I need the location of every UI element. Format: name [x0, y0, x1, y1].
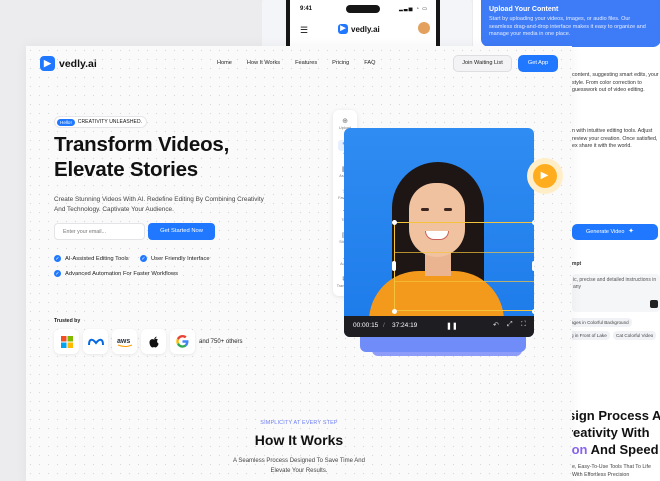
resize-handle[interactable] — [532, 220, 534, 225]
grid-line — [395, 252, 534, 253]
section-subtitle: A Seamless Process Designed To Save Time… — [233, 458, 365, 474]
hero-subtitle: Create Stunning Videos With AI. Redefine… — [54, 196, 264, 213]
prompt-chip[interactable]: ages in Colorful Background — [568, 318, 632, 327]
phone-logo-text: vedly.ai — [351, 24, 380, 34]
video-preview[interactable] — [344, 128, 534, 337]
logo-icon: ▶ — [40, 56, 55, 71]
right-panel-small-text: e, Easy-To-Use Tools That To Life With E… — [572, 464, 651, 478]
badge-text: CREATIVITY UNLEASHED. — [77, 119, 143, 125]
microsoft-logo — [54, 329, 79, 354]
send-icon[interactable] — [650, 300, 658, 308]
join-waiting-list-button[interactable]: Join Waiting List — [453, 55, 512, 72]
nav-link-how-it-works[interactable]: How It Works — [247, 60, 280, 66]
total-time: 37:24:19 — [392, 322, 418, 329]
get-started-button[interactable]: Get Started Now — [148, 223, 215, 240]
time-divider: / — [383, 322, 385, 329]
menu-icon[interactable]: ☰ — [300, 25, 308, 36]
feature-item: ✓ Advanced Automation For Faster Workflo… — [54, 270, 178, 277]
hero-title-line-1: Transform Videos, — [54, 133, 230, 156]
apple-logo — [141, 329, 166, 354]
feature-label: Advanced Automation For Faster Workflows — [65, 270, 178, 277]
play-icon: ▶ — [532, 163, 557, 188]
section-tag: SIMPLICITY AT EVERY STEP — [260, 420, 338, 426]
right-panel-heading-1: sign Process An — [568, 408, 660, 423]
phone-notch — [346, 5, 380, 13]
upload-card-desc: Start by uploading your videos, images, … — [489, 16, 646, 37]
wand-icon: ✦ — [628, 228, 634, 235]
right-panel-heading-2: reativity With — [568, 425, 650, 440]
right-panel-text-1: content, suggesting smart edits, your st… — [572, 72, 659, 93]
resize-handle[interactable] — [532, 309, 534, 314]
prompt-input[interactable]: ic, precise and detailed instructions in… — [572, 274, 660, 312]
prompt-chip[interactable]: g in Front of Lake — [568, 331, 610, 340]
logo-text: vedly.ai — [59, 57, 97, 70]
google-logo — [170, 329, 195, 354]
check-icon: ✓ — [54, 270, 61, 277]
video-controls: 00:00:15 / 37:24:19 ❚❚ ↶ ⤢ ⛶ — [344, 316, 534, 337]
resize-handle[interactable] — [392, 309, 397, 314]
trusted-more-label: and 750+ others — [199, 339, 243, 345]
badge-hello: Hello! — [57, 118, 75, 126]
upload-card-title: Upload Your Content — [489, 6, 559, 13]
hero-title-line-2: Elevate Stories — [54, 158, 198, 181]
feature-label: User Friendly Interface — [151, 255, 210, 262]
navbar: ▶ vedly.ai Home How It Works Features Pr… — [26, 46, 572, 82]
play-badge-outer: ▶ — [526, 157, 563, 194]
selection-box[interactable] — [394, 222, 534, 311]
nav-link-faq[interactable]: FAQ — [364, 60, 375, 66]
play-button[interactable]: ▶ — [523, 156, 566, 195]
aws-logo: aws — [112, 329, 137, 354]
grid-line — [395, 281, 534, 282]
upload-card: Upload Your Content Start by uploading y… — [481, 0, 660, 47]
right-panel-heading-3: ion And Speed — [568, 441, 660, 458]
undo-icon[interactable]: ↶ — [493, 321, 499, 329]
nav-link-pricing[interactable]: Pricing — [332, 60, 349, 66]
section-title: How It Works — [254, 432, 344, 448]
phone-time: 9:41 — [300, 6, 313, 12]
pause-icon[interactable]: ❚❚ — [446, 322, 458, 330]
current-time: 00:00:15 — [353, 322, 379, 329]
check-icon: ✓ — [140, 255, 147, 262]
nav-link-features[interactable]: Features — [295, 60, 317, 66]
email-input[interactable] — [54, 223, 145, 240]
get-app-button[interactable]: Get App — [518, 55, 558, 72]
phone-status-icons: ▂▃▅ ◔ ▭ — [398, 6, 428, 12]
resize-handle[interactable] — [532, 261, 534, 271]
person-eye — [421, 208, 429, 211]
heading-rest: And Speed — [587, 442, 659, 457]
person-eye — [444, 208, 452, 211]
feature-item: ✓ AI-Assisted Editing Tools — [54, 255, 129, 262]
nav-link-home[interactable]: Home — [217, 60, 232, 66]
prompt-chip[interactable]: Cat Colorful Video — [613, 331, 657, 340]
prompt-label: mpt — [572, 261, 582, 267]
generate-video-label: Generate Video — [586, 229, 625, 235]
fullscreen-icon[interactable]: ⛶ — [521, 321, 526, 329]
right-panel-text-2: n with intuitive editing tools. Adjust r… — [572, 128, 658, 149]
generate-video-button[interactable]: Generate Video ✦ — [572, 224, 658, 240]
expand-icon[interactable]: ⤢ — [507, 321, 513, 329]
hero-title: Transform Videos, Elevate Stories — [54, 132, 229, 182]
svg-text:aws: aws — [117, 338, 130, 345]
phone-logo: ▶ vedly.ai — [338, 24, 380, 34]
nav-links: Home How It Works Features Pricing FAQ — [217, 60, 390, 66]
check-icon: ✓ — [54, 255, 61, 262]
resize-handle[interactable] — [392, 220, 397, 225]
avatar[interactable] — [418, 22, 430, 34]
landing-page: ▶ vedly.ai Home How It Works Features Pr… — [26, 46, 572, 481]
logo-icon: ▶ — [338, 24, 348, 34]
feature-item: ✓ User Friendly Interface — [140, 255, 210, 262]
phone-mockup: 9:41 ▂▃▅ ◔ ▭ ☰ ▶ vedly.ai — [286, 0, 440, 52]
feature-label: AI-Assisted Editing Tools — [65, 255, 129, 262]
video-stack-shadow — [360, 336, 526, 352]
upload-icon: ⊕ — [342, 118, 348, 125]
trusted-by-label: Trusted by — [54, 318, 81, 324]
resize-handle[interactable] — [392, 261, 396, 271]
hero-badge: Hello! CREATIVITY UNLEASHED. — [54, 116, 148, 128]
prompt-text: ic, precise and detailed instructions in… — [573, 277, 657, 290]
logo[interactable]: ▶ vedly.ai — [40, 56, 97, 71]
meta-logo — [83, 329, 108, 354]
